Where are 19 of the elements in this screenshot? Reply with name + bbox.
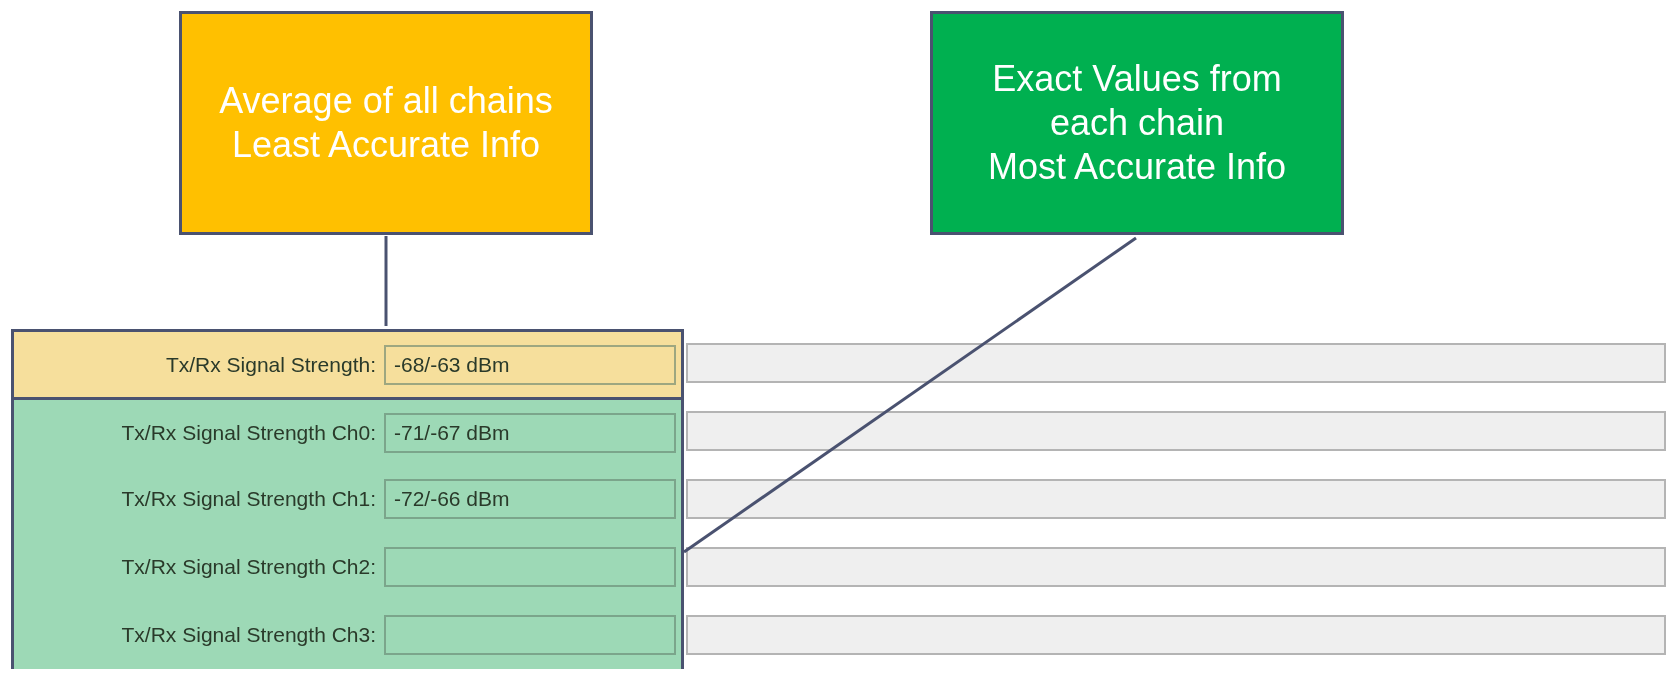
field-label: Tx/Rx Signal Strength Ch1: [120,487,377,511]
value-field[interactable]: -68/-63 dBm [384,344,676,385]
value-field[interactable]: -71/-67 dBm [384,412,676,453]
value-field[interactable]: -72/-66 dBm [384,479,676,519]
callout-text: Least Accurate Info [231,123,541,167]
text-field[interactable] [686,479,1666,519]
field-label: Tx/Rx Signal Strength Ch3: [120,623,377,647]
callout-text: Average of all chains [219,79,553,123]
text-field[interactable] [686,411,1666,451]
text-field[interactable] [686,615,1666,655]
field-label: Tx/Rx Signal Strength: [164,352,377,377]
value-field[interactable] [384,615,676,655]
field-label: Tx/Rx Signal Strength Ch2: [120,555,377,579]
value-field[interactable] [384,547,676,587]
field-label: Tx/Rx Signal Strength Ch0: [120,420,377,445]
text-field[interactable] [686,547,1666,587]
text-field[interactable] [686,343,1666,383]
callout-text: Most Accurate Info [987,145,1287,189]
callout-text: Exact Values from each chain [991,57,1283,145]
